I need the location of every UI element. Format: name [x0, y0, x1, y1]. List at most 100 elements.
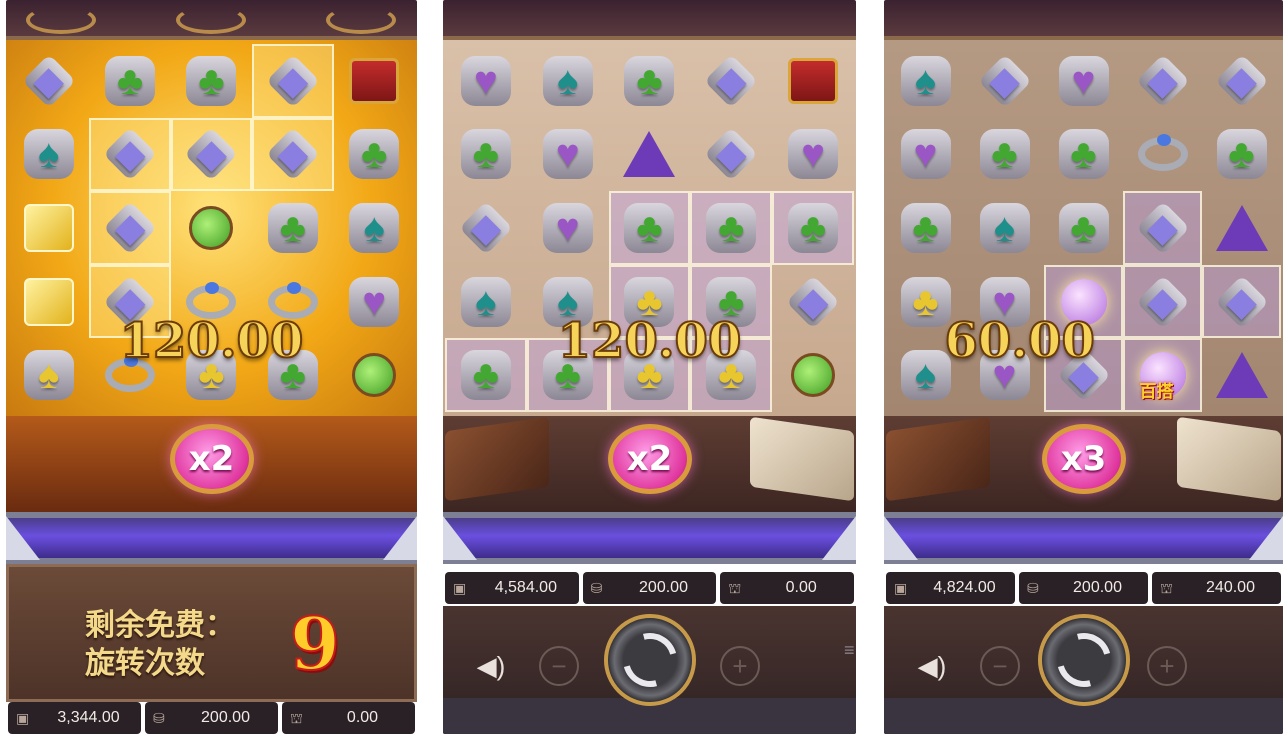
- balance-value: 4,824.00: [933, 579, 996, 596]
- reel-cell: ◆: [1202, 264, 1281, 339]
- spade-symbol-icon: ♠: [539, 52, 597, 110]
- open-book-icon: [1177, 416, 1281, 502]
- club-symbol-icon: ♣: [784, 199, 842, 257]
- reel-cell: ◆: [170, 117, 253, 192]
- win-chest-icon: ⛫: [728, 580, 742, 596]
- book-symbol-icon: [345, 52, 403, 110]
- win-display: ⛫ 0.00: [720, 572, 855, 604]
- diamond-symbol-icon: ◆: [101, 125, 159, 183]
- spin-button[interactable]: [603, 614, 696, 706]
- reel-cell: [772, 44, 854, 118]
- balance-value: 3,344.00: [57, 709, 120, 726]
- diamond-symbol-icon: ◆: [182, 125, 240, 183]
- heart-symbol-icon: ♥: [539, 125, 597, 183]
- diamond-symbol-icon: ◆: [1134, 199, 1192, 257]
- reel-cell: ♣: [252, 191, 333, 265]
- bet-display: ⛁ 200.00: [582, 572, 717, 604]
- balance-display: ▣ 3,344.00: [8, 702, 141, 734]
- reel-cell: ♣: [1202, 118, 1281, 192]
- reel-cell: ♥: [527, 191, 609, 265]
- bet-value: 200.00: [201, 709, 250, 726]
- coins-icon: ⛁: [590, 580, 603, 596]
- spade-symbol-icon: ♠: [976, 199, 1034, 257]
- spin-icon: [612, 623, 687, 697]
- speaker-icon[interactable]: ◀): [471, 646, 511, 686]
- multiplier-orb: x2: [607, 424, 692, 494]
- reel-cell: ♥: [772, 118, 854, 192]
- balance-display: ▣ 4,824.00: [886, 572, 1015, 604]
- reel-cell: ♣: [445, 118, 527, 192]
- win-amount: 60.00: [944, 312, 1096, 370]
- bet-value: 200.00: [639, 579, 688, 596]
- reel-cell: [609, 118, 691, 192]
- reel-cell: ♣: [609, 44, 691, 118]
- coins-icon: ⛁: [1027, 580, 1039, 596]
- stats-bar: ▣ 4,824.00 ⛁ 200.00 ⛫ 240.00: [884, 572, 1283, 604]
- reel-cell: ♣: [772, 191, 854, 265]
- reel-cell: ◆: [1123, 44, 1202, 118]
- reel-cell: ♣: [886, 191, 965, 265]
- bet-display: ⛁ 200.00: [145, 702, 278, 734]
- stats-bar: ▣ 4,584.00 ⛁ 200.00 ⛫ 0.00: [443, 572, 856, 604]
- menu-icon[interactable]: ≡: [844, 641, 855, 659]
- heart-symbol-icon: ♥: [457, 52, 515, 110]
- game-panel-free-spins: ◆ ♣ ♣ ◆ ♠ ◆ ◆ ◆ ♣ ◆ ♣ ♠ ◆ ♥ ♠ ♣ ♣ 120.00 x2 剩余免费： 旋转次数 9…: [6, 0, 417, 734]
- heart-symbol-icon: ♥: [897, 125, 955, 183]
- reel-cell: ♣: [1044, 191, 1123, 265]
- reel-cell: ♠: [527, 44, 609, 118]
- multiplier-value: x3: [1060, 439, 1107, 479]
- multiplier-orb: x2: [169, 424, 254, 494]
- reel-cell: ◆: [8, 44, 89, 118]
- diamond-symbol-icon: ◆: [264, 52, 322, 110]
- orb-symbol-icon: 百搭: [1134, 346, 1192, 404]
- purple-banner: [6, 512, 417, 564]
- reel-cell: ◆: [89, 191, 171, 265]
- win-amount: 120.00: [119, 312, 305, 370]
- book-symbol-icon: [784, 52, 842, 110]
- reel-cell: ◆: [89, 117, 171, 192]
- wild-label: 百搭: [1139, 382, 1174, 402]
- win-chest-icon: ⛫: [290, 710, 303, 726]
- diamond-symbol-icon: ◆: [264, 125, 322, 183]
- bet-increase-button[interactable]: +: [1147, 646, 1187, 686]
- multiplier-area: x2: [443, 416, 856, 512]
- wallet-icon: ▣: [894, 580, 908, 596]
- reel-cell: ♥: [1044, 44, 1123, 118]
- reel-cell: ♠: [8, 118, 89, 192]
- potion-symbol-icon: [182, 199, 240, 257]
- balance-display: ▣ 4,584.00: [445, 572, 579, 604]
- purple-banner: [884, 512, 1283, 564]
- win-value: 0.00: [785, 579, 817, 596]
- win-display: ⛫ 0.00: [282, 702, 415, 734]
- multiplier-value: x2: [626, 439, 673, 479]
- reel-cell: [1202, 191, 1281, 265]
- club-symbol-icon: ♣: [976, 125, 1034, 183]
- reel-cell: [1123, 118, 1202, 192]
- bet-decrease-button[interactable]: −: [539, 646, 579, 686]
- top-frame: [884, 0, 1283, 40]
- closed-book-icon: [886, 416, 990, 502]
- ornament-icon: [326, 6, 396, 34]
- spin-button[interactable]: [1037, 614, 1130, 706]
- hat-symbol-icon: [1213, 199, 1271, 257]
- ring-symbol-icon: [1134, 125, 1192, 183]
- diamond-symbol-icon: ◆: [20, 52, 78, 110]
- multiplier-area: x2: [6, 416, 417, 512]
- win-amount: 120.00: [557, 312, 743, 370]
- bet-decrease-button[interactable]: −: [980, 646, 1020, 686]
- reel-cell: ♥: [527, 118, 609, 192]
- bet-increase-button[interactable]: +: [720, 646, 760, 686]
- club-symbol-icon: ♣: [620, 199, 678, 257]
- diamond-symbol-icon: ◆: [1134, 52, 1192, 110]
- club-symbol-icon: ♣: [1055, 199, 1113, 257]
- diamond-symbol-icon: ◆: [1134, 273, 1192, 331]
- free-spins-plaque: 剩余免费： 旋转次数 9: [6, 564, 417, 702]
- free-spins-count: 9: [289, 600, 341, 687]
- speaker-icon[interactable]: ◀): [912, 646, 952, 686]
- balance-value: 4,584.00: [494, 579, 557, 596]
- win-value: 0.00: [346, 709, 379, 726]
- reel-cell: ♠: [965, 191, 1044, 265]
- reel-cell: ◆: [445, 191, 527, 265]
- top-frame: [6, 0, 417, 40]
- reel-cell: ◆: [1123, 191, 1202, 265]
